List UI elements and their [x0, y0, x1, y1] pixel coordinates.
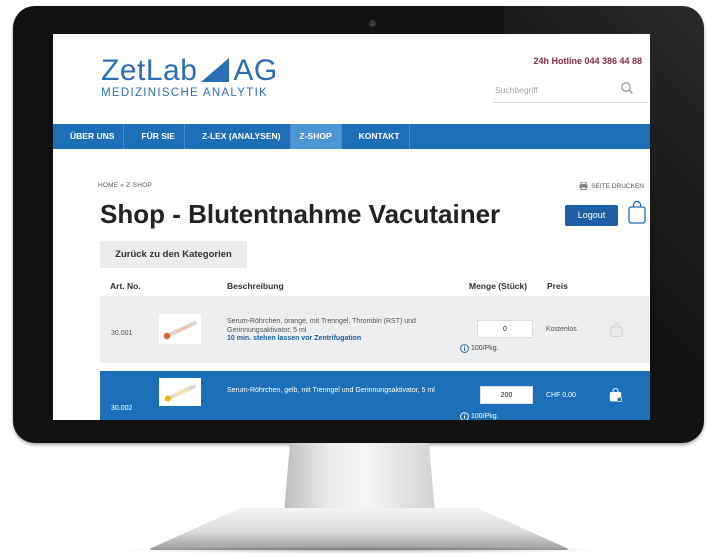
logo-word-left: ZetLab — [101, 54, 198, 87]
article-number: 30.001 — [111, 330, 133, 337]
add-to-cart-icon[interactable] — [610, 323, 623, 337]
print-page-link[interactable]: SEITE DRUCKEN — [579, 182, 644, 190]
description-note: 10 min. stehen lassen vor Zentrifugation — [227, 335, 362, 342]
price: CHF 0.00 — [546, 392, 576, 399]
back-to-categories-button[interactable]: Zurück zu den Kategorien — [100, 241, 247, 268]
package-size: 100/Pkg. — [471, 413, 499, 420]
logo-subtitle: MEDIZINISCHE ANALYTIK — [101, 87, 269, 99]
shopping-bag-icon[interactable] — [628, 201, 646, 224]
table-row: 30.002 Serum-Röhrchen, gelb, mit Trennge… — [100, 371, 650, 420]
hotline-text: 24h Hotline 044 386 44 88 — [533, 56, 642, 66]
monitor-stand-base — [147, 508, 571, 550]
tube-cap — [163, 332, 171, 340]
nav-item-fuer-sie[interactable]: FÜR SIE — [124, 124, 185, 149]
tube-image — [159, 378, 201, 406]
description-text: Serum-Röhrchen, gelb, mit Trenngel und G… — [227, 387, 435, 394]
description-text: Serum-Röhrchen, orange, mit Trenngel, Th… — [227, 318, 416, 334]
camera-dot — [369, 20, 376, 27]
nav-item-kontakt[interactable]: KONTAKT — [342, 124, 410, 149]
product-description: Serum-Röhrchen, gelb, mit Trenngel und G… — [227, 387, 467, 396]
main-navigation: ÜBER UNS FÜR SIE Z-LEX (ANALYSEN) Z-SHOP… — [53, 124, 650, 149]
search-box — [493, 76, 648, 103]
cart-filled-icon[interactable] — [609, 388, 622, 402]
package-info: 100/Pkg. — [460, 412, 499, 420]
article-number: 30.002 — [111, 405, 133, 412]
print-page-label: SEITE DRUCKEN — [591, 182, 644, 190]
monitor-bezel: 24h Hotline 044 386 44 88 ZetLab AG MEDI… — [13, 6, 704, 443]
logo-triangle-icon — [201, 58, 230, 82]
tube-cap — [164, 395, 171, 402]
info-icon[interactable] — [460, 412, 469, 420]
site-logo[interactable]: ZetLab AG MEDIZINISCHE ANALYTIK — [101, 56, 278, 100]
nav-item-z-shop[interactable]: Z-SHOP — [290, 124, 342, 149]
logout-button[interactable]: Logout — [565, 205, 618, 226]
price: Kostenlos — [546, 326, 577, 333]
col-header-qty: Menge (Stück) — [469, 281, 528, 291]
stand-shadow — [110, 546, 610, 554]
logo-wordmark: ZetLab AG — [101, 56, 278, 86]
package-info: 100/Pkg. — [460, 344, 499, 353]
info-icon[interactable] — [460, 344, 469, 353]
package-size: 100/Pkg. — [471, 345, 499, 352]
nav-item-ueber-uns[interactable]: ÜBER UNS — [53, 124, 125, 149]
printer-icon — [579, 182, 588, 190]
quantity-input[interactable]: 0 — [477, 320, 533, 338]
nav-item-z-lex[interactable]: Z-LEX (ANALYSEN) — [185, 124, 291, 149]
col-header-price: Preis — [547, 281, 568, 291]
product-description: Serum-Röhrchen, orange, mit Trenngel, Th… — [227, 318, 442, 344]
quantity-input[interactable]: 200 — [480, 386, 533, 404]
search-input[interactable] — [493, 79, 622, 101]
search-icon[interactable] — [620, 81, 634, 95]
col-header-art: Art. No. — [110, 281, 141, 291]
tube-image — [159, 314, 201, 344]
logo-word-right: AG — [233, 54, 278, 87]
breadcrumb[interactable]: HOME » Z-SHOP — [98, 182, 152, 189]
table-row: 30.001 Serum-Röhrchen, orange, mit Trenn… — [100, 296, 650, 363]
browser-screen: 24h Hotline 044 386 44 88 ZetLab AG MEDI… — [53, 34, 650, 420]
page-title: Shop - Blutentnahme Vacutainer — [100, 199, 501, 229]
col-header-desc: Beschreibung — [227, 281, 284, 291]
monitor-stand-neck — [284, 443, 435, 513]
